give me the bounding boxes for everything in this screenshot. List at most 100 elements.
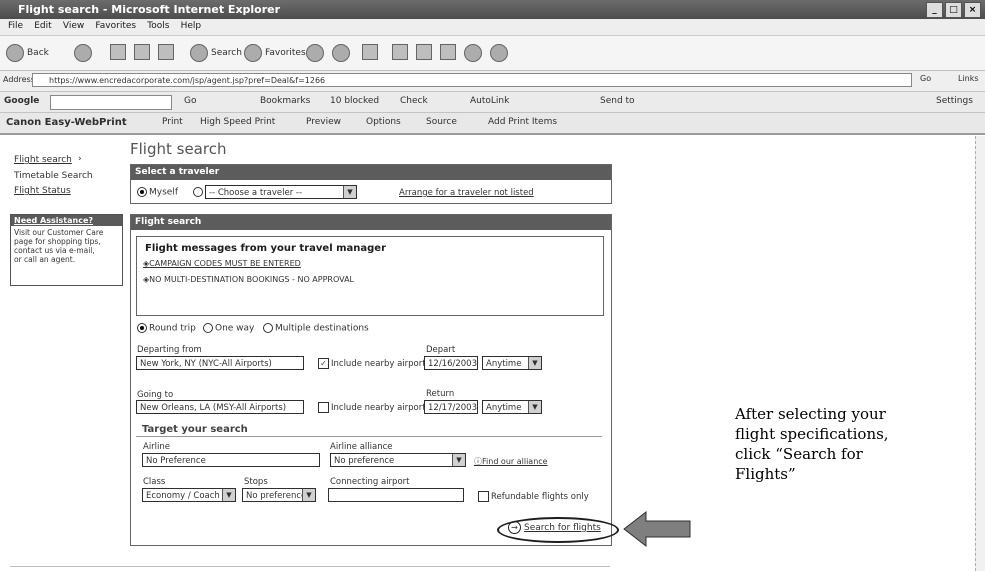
choose-traveler-select[interactable]: -- Choose a traveler -- ▼ xyxy=(205,185,357,199)
nav-flight-status[interactable]: Flight Status xyxy=(14,186,71,196)
depart-date-input[interactable]: 12/16/2003 xyxy=(424,356,478,370)
edit-icon xyxy=(416,44,432,60)
one-way-radio[interactable]: One way xyxy=(203,323,254,334)
divider xyxy=(136,436,602,437)
help-title: Need Assistance? xyxy=(11,215,122,226)
google-settings-button[interactable]: Settings xyxy=(936,96,973,106)
radio-icon xyxy=(137,323,147,333)
help-line-1: Visit our Customer Care xyxy=(14,228,104,237)
autolink-button[interactable]: AutoLink xyxy=(470,96,509,106)
target-title: Target your search xyxy=(142,424,248,435)
favorites-button[interactable]: Favorites xyxy=(244,44,306,62)
address-bar: Address https://www.encredacorporate.com… xyxy=(0,71,985,92)
alliance-select[interactable]: No preference ▼ xyxy=(330,453,466,467)
nav-flight-search[interactable]: Flight search xyxy=(14,155,72,165)
menu-bar: File Edit View Favorites Tools Help xyxy=(0,19,985,36)
media-icon xyxy=(306,44,324,62)
depart-time-select[interactable]: Anytime ▼ xyxy=(482,356,542,370)
forward-button[interactable] xyxy=(74,44,92,62)
help-box: Need Assistance? Visit our Customer Care… xyxy=(10,214,123,286)
chevron-down-icon: ▼ xyxy=(528,401,541,413)
media-button[interactable] xyxy=(306,44,324,62)
forward-arrow-icon xyxy=(74,44,92,62)
vertical-scrollbar[interactable] xyxy=(975,136,985,571)
print-button[interactable] xyxy=(392,44,408,60)
multi-destination-radio[interactable]: Multiple destinations xyxy=(263,323,369,334)
instruction-annotation: After selecting your flight specificatio… xyxy=(735,405,889,483)
links-button[interactable]: Links xyxy=(958,74,979,83)
canon-options-button[interactable]: Options xyxy=(366,117,401,127)
google-search-input[interactable] xyxy=(50,95,172,110)
refresh-button[interactable] xyxy=(134,44,150,60)
google-logo: Google xyxy=(4,96,40,106)
traveler-section: Select a traveler Myself -- Choose a tra… xyxy=(130,164,612,204)
menu-tools[interactable]: Tools xyxy=(147,21,169,31)
spell-check-button[interactable]: Check xyxy=(400,96,428,106)
home-button[interactable] xyxy=(158,44,174,60)
refundable-checkbox[interactable]: Refundable flights only xyxy=(478,491,589,502)
tools-icon xyxy=(490,44,508,62)
canon-logo: Canon Easy-WebPrint xyxy=(6,117,127,128)
edit-button[interactable] xyxy=(416,44,432,60)
canon-high-speed-button[interactable]: High Speed Print xyxy=(200,117,275,127)
discuss-button[interactable] xyxy=(440,44,456,60)
back-arrow-icon xyxy=(6,44,24,62)
myself-radio[interactable]: Myself xyxy=(137,187,178,198)
return-time-select[interactable]: Anytime ▼ xyxy=(482,400,542,414)
send-to-button[interactable]: Send to xyxy=(600,96,635,106)
return-date-input[interactable]: 12/17/2003 xyxy=(424,400,478,414)
connecting-input[interactable] xyxy=(328,488,464,502)
browser-toolbar: Back Search Favorites xyxy=(0,36,985,71)
connecting-label: Connecting airport xyxy=(330,477,410,487)
refresh-icon xyxy=(134,44,150,60)
choose-traveler-radio[interactable] xyxy=(193,187,205,198)
departing-label: Departing from xyxy=(137,345,202,355)
popup-blocked-button[interactable]: 10 blocked xyxy=(330,96,379,106)
airline-label: Airline xyxy=(143,442,171,452)
history-button[interactable] xyxy=(332,44,350,62)
arrange-traveler-link[interactable]: Arrange for a traveler not listed xyxy=(399,188,534,198)
back-button[interactable]: Back xyxy=(6,44,49,62)
star-icon xyxy=(244,44,262,62)
radio-icon xyxy=(193,187,203,197)
find-alliance-link[interactable]: ⓘFind our alliance xyxy=(474,456,548,467)
mail-button[interactable] xyxy=(362,44,378,60)
bookmarks-button[interactable]: Bookmarks xyxy=(260,96,310,106)
round-trip-radio[interactable]: Round trip xyxy=(137,323,196,334)
nav-active-arrow-icon: › xyxy=(78,154,82,164)
search-flights-button[interactable]: → Search for flights xyxy=(508,521,601,534)
print-icon xyxy=(392,44,408,60)
close-button[interactable]: × xyxy=(964,2,981,18)
include-nearby-departing-checkbox[interactable]: ✓ Include nearby airports xyxy=(318,358,430,369)
stops-select[interactable]: No preference ▼ xyxy=(242,488,316,502)
menu-view[interactable]: View xyxy=(63,21,84,31)
messenger-button[interactable] xyxy=(464,44,482,62)
minimize-button[interactable]: _ xyxy=(926,2,943,18)
canon-source-button[interactable]: Source xyxy=(426,117,457,127)
class-select[interactable]: Economy / Coach ▼ xyxy=(142,488,236,502)
airline-input[interactable]: No Preference xyxy=(142,453,320,467)
maximize-button[interactable]: □ xyxy=(945,2,962,18)
tools-button[interactable] xyxy=(490,44,508,62)
go-button[interactable]: Go xyxy=(920,74,931,83)
canon-preview-button[interactable]: Preview xyxy=(306,117,341,127)
menu-help[interactable]: Help xyxy=(181,21,202,31)
menu-edit[interactable]: Edit xyxy=(34,21,51,31)
going-input[interactable]: New Orleans, LA (MSY-All Airports) xyxy=(136,400,304,414)
menu-favorites[interactable]: Favorites xyxy=(95,21,136,31)
chevron-down-icon: ▼ xyxy=(452,454,465,466)
canon-print-button[interactable]: Print xyxy=(162,117,183,127)
include-nearby-going-checkbox[interactable]: Include nearby airports xyxy=(318,402,430,413)
search-button[interactable]: Search xyxy=(190,44,242,62)
radio-icon xyxy=(203,323,213,333)
google-go-button[interactable]: Go xyxy=(184,96,196,106)
traveler-header: Select a traveler xyxy=(131,165,611,180)
canon-add-items-button[interactable]: Add Print Items xyxy=(488,117,557,127)
stop-button[interactable] xyxy=(110,44,126,60)
radio-icon xyxy=(263,323,273,333)
help-line-4: or call an agent. xyxy=(14,255,76,264)
menu-file[interactable]: File xyxy=(8,21,23,31)
nav-timetable-search[interactable]: Timetable Search xyxy=(14,171,93,181)
departing-input[interactable]: New York, NY (NYC-All Airports) xyxy=(136,356,304,370)
address-input[interactable]: https://www.encredacorporate.com/jsp/age… xyxy=(32,73,912,87)
